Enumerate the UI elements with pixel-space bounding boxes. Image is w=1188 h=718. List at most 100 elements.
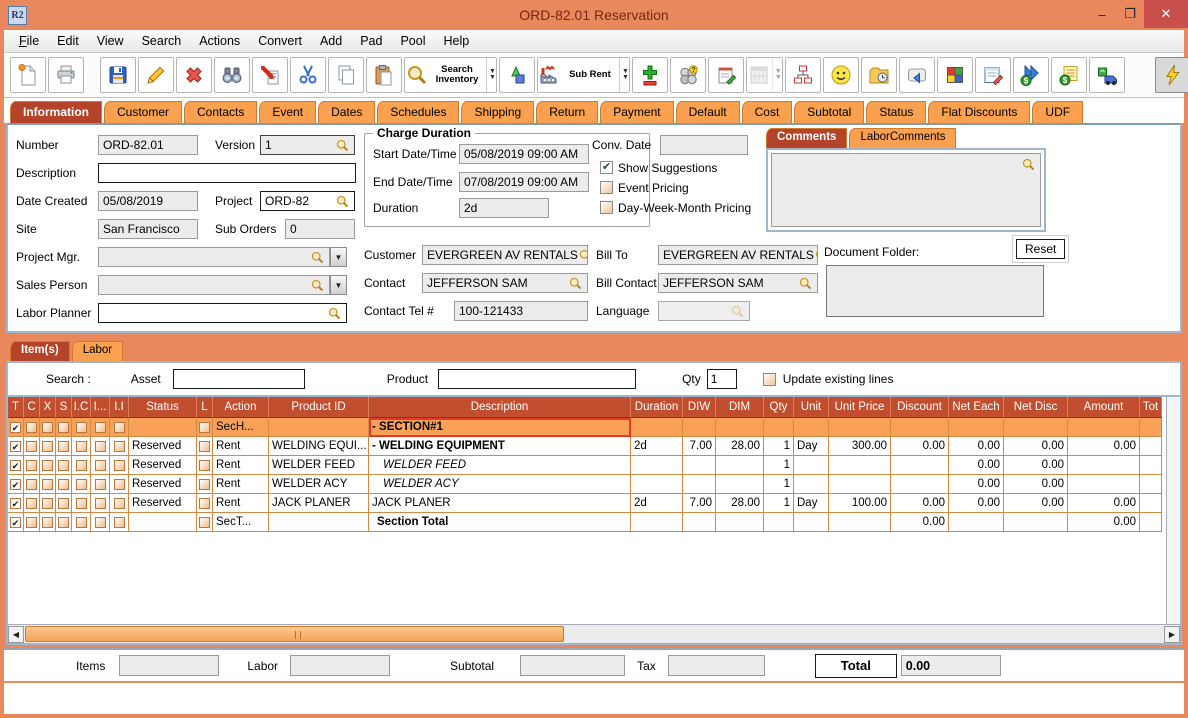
menu-help[interactable]: Help: [435, 32, 479, 50]
cell-description[interactable]: - WELDING EQUIPMENT: [369, 437, 631, 456]
quick-action-lightning-icon[interactable]: [1155, 57, 1188, 93]
checkbox-show-suggestions[interactable]: ✔: [600, 161, 613, 174]
menu-convert[interactable]: Convert: [249, 32, 311, 50]
cell-qty[interactable]: 1: [764, 475, 794, 494]
tab-comments[interactable]: Comments: [766, 128, 847, 148]
column-header-ic[interactable]: I.C: [72, 397, 91, 418]
row-checkbox-c[interactable]: [26, 498, 37, 509]
table-row[interactable]: ✔ReservedRentWELDER FEEDWELDER FEED10.00…: [8, 456, 1166, 475]
date-created-field[interactable]: 05/08/2019: [98, 191, 198, 211]
lookup-icon[interactable]: [814, 248, 818, 263]
row-checkbox-c[interactable]: [26, 517, 37, 528]
cell-discount[interactable]: [891, 456, 949, 475]
lookup-icon[interactable]: [335, 194, 350, 209]
cell-diw[interactable]: [683, 475, 716, 494]
row-checkbox-c[interactable]: [26, 422, 37, 433]
language-field[interactable]: [658, 301, 750, 321]
cell-unit[interactable]: [794, 475, 829, 494]
row-checkbox-i2[interactable]: [95, 460, 106, 471]
row-checkbox-c[interactable]: [26, 479, 37, 490]
cell-description[interactable]: WELDER FEED: [369, 456, 631, 475]
cell-total[interactable]: [1140, 475, 1162, 494]
labor-planner-field[interactable]: [98, 303, 347, 323]
column-header-c[interactable]: C: [24, 397, 40, 418]
cell-duration[interactable]: 2d: [631, 494, 683, 513]
cell-duration[interactable]: 2d: [631, 437, 683, 456]
row-checkbox-x[interactable]: [42, 441, 53, 452]
cell-duration[interactable]: [631, 475, 683, 494]
product-input[interactable]: [438, 369, 636, 389]
column-header-l[interactable]: L: [197, 397, 213, 418]
cell-total[interactable]: [1140, 494, 1162, 513]
column-header-i2[interactable]: I...: [91, 397, 110, 418]
cell-net_each[interactable]: [949, 513, 1004, 532]
row-checkbox-ic[interactable]: [76, 517, 87, 528]
row-checkbox-s[interactable]: [58, 498, 69, 509]
calendar-disabled-icon[interactable]: ▼▼: [746, 57, 783, 93]
reset-button[interactable]: Reset: [1016, 239, 1065, 259]
tab-event[interactable]: Event: [259, 101, 316, 123]
forward-dollar-icon[interactable]: $: [1013, 57, 1049, 93]
cell-net_each[interactable]: 0.00: [949, 475, 1004, 494]
menu-pool[interactable]: Pool: [391, 32, 434, 50]
cell-diw[interactable]: 7.00: [683, 494, 716, 513]
bill-contact-field[interactable]: JEFFERSON SAM: [658, 273, 818, 293]
row-checkbox-t[interactable]: ✔: [10, 460, 21, 471]
lookup-icon[interactable]: [798, 276, 813, 291]
row-checkbox-i2[interactable]: [95, 479, 106, 490]
column-header-discount[interactable]: Discount: [891, 397, 949, 418]
cell-status[interactable]: [129, 513, 197, 532]
row-checkbox-s[interactable]: [58, 460, 69, 471]
cell-action[interactable]: SecT...: [213, 513, 269, 532]
lookup-icon[interactable]: [335, 138, 350, 153]
cell-qty[interactable]: 1: [764, 437, 794, 456]
cell-dim[interactable]: [716, 418, 764, 437]
menu-pad[interactable]: Pad: [351, 32, 391, 50]
cell-amount[interactable]: 0.00: [1068, 494, 1140, 513]
checkbox-day-week-month-pricing[interactable]: [600, 201, 613, 214]
duration-field[interactable]: 2d: [459, 198, 549, 218]
cell-dim[interactable]: [716, 513, 764, 532]
cell-discount[interactable]: [891, 475, 949, 494]
tab-status[interactable]: Status: [866, 101, 926, 123]
row-checkbox-x[interactable]: [42, 498, 53, 509]
cell-diw[interactable]: [683, 418, 716, 437]
cell-unit_price[interactable]: [829, 456, 891, 475]
lookup-icon[interactable]: [310, 278, 325, 293]
description-field[interactable]: [98, 163, 356, 183]
table-row[interactable]: ✔SecH...- SECTION#1: [8, 418, 1166, 437]
find-binoculars-icon[interactable]: [214, 57, 250, 93]
row-checkbox-i2[interactable]: [95, 441, 106, 452]
tab-laborcomments[interactable]: LaborComments: [849, 128, 956, 148]
cell-dim[interactable]: 28.00: [716, 437, 764, 456]
horizontal-scrollbar[interactable]: ◀ ▶: [8, 624, 1180, 643]
dropdown-arrow-icon[interactable]: ▼▼: [619, 58, 629, 92]
row-checkbox-ii[interactable]: [114, 479, 125, 490]
cell-net_each[interactable]: [949, 418, 1004, 437]
table-row[interactable]: ✔ReservedRentWELDING EQUI...- WELDING EQ…: [8, 437, 1166, 456]
cell-description[interactable]: JACK PLANER: [369, 494, 631, 513]
history-folder-icon[interactable]: [861, 57, 897, 93]
delete-icon[interactable]: [176, 57, 212, 93]
tab-udf[interactable]: UDF: [1032, 101, 1083, 123]
cell-amount[interactable]: [1068, 475, 1140, 494]
cell-amount[interactable]: [1068, 418, 1140, 437]
scrollbar-thumb[interactable]: [25, 626, 564, 642]
menu-view[interactable]: View: [88, 32, 133, 50]
menu-add[interactable]: Add: [311, 32, 351, 50]
print-structure-icon[interactable]: [785, 57, 821, 93]
project-field[interactable]: ORD-82: [260, 191, 355, 211]
vertical-scrollbar[interactable]: [1166, 397, 1180, 624]
cell-dim[interactable]: [716, 475, 764, 494]
row-checkbox-i2[interactable]: [95, 498, 106, 509]
document-folder-box[interactable]: [826, 265, 1044, 317]
row-checkbox-l[interactable]: [199, 498, 210, 509]
cell-product_id[interactable]: JACK PLANER: [269, 494, 369, 513]
3d-shapes-icon[interactable]: [499, 57, 535, 93]
row-checkbox-s[interactable]: [58, 422, 69, 433]
cell-duration[interactable]: [631, 513, 683, 532]
new-document-icon[interactable]: [10, 57, 46, 93]
row-checkbox-ic[interactable]: [76, 460, 87, 471]
menu-file[interactable]: File: [10, 32, 48, 50]
column-header-description[interactable]: Description: [369, 397, 631, 418]
